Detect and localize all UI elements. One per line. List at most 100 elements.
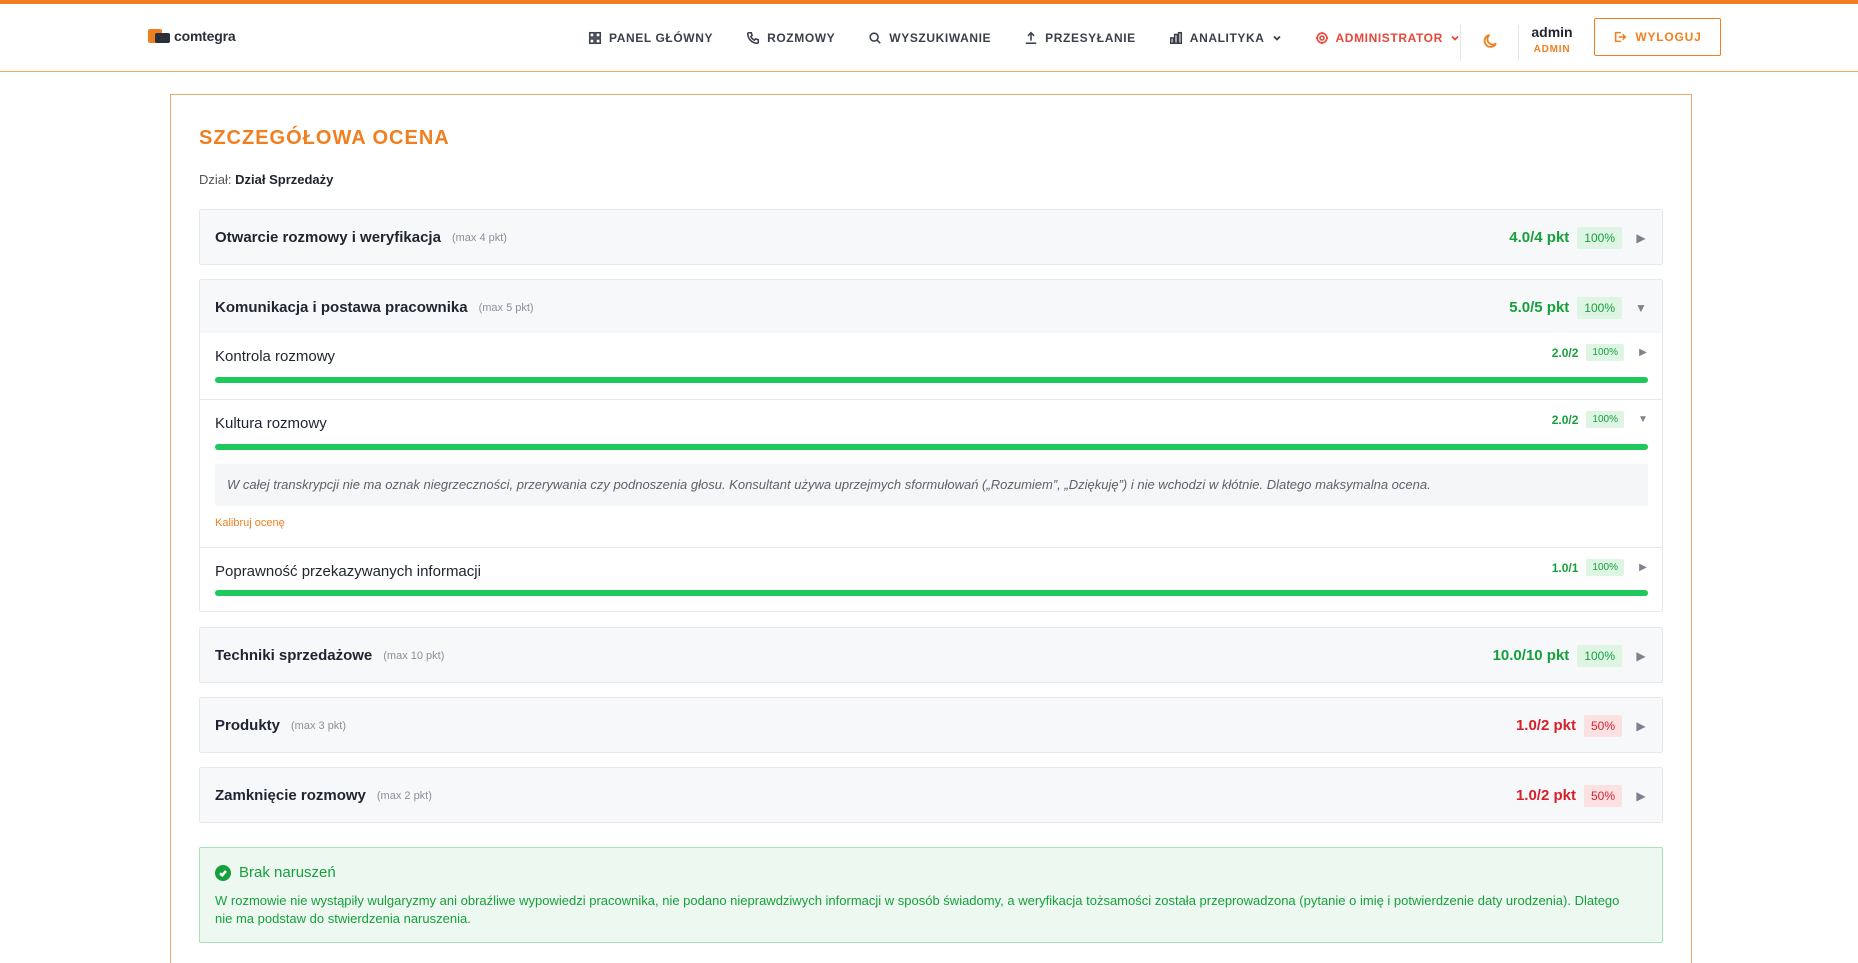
logo[interactable]: comtegra <box>148 28 236 44</box>
check-circle-icon <box>215 864 231 881</box>
subcriterion-call-culture[interactable]: Kultura rozmowy 2.0/2 100% ▼ W całej tra… <box>200 399 1662 547</box>
user-info: admin ADMIN <box>1530 24 1574 55</box>
gear-icon <box>1315 31 1328 45</box>
violation-text: W rozmowie nie wystąpiły wulgaryzmy ani … <box>215 893 1620 926</box>
logo-text: comtegra <box>174 28 236 44</box>
nav-item-search[interactable]: WYSZUKIWANIE <box>868 31 991 45</box>
logout-label: WYLOGUJ <box>1635 30 1702 44</box>
section-score-group: 1.0/2 pkt 50% ▶ <box>1516 768 1648 823</box>
calibrate-link[interactable]: Kalibruj ocenę <box>215 517 285 529</box>
section-score: 10.0/10 pkt <box>1492 647 1570 664</box>
bar-chart-icon <box>1169 31 1182 45</box>
section-max: (max 4 pkt) <box>451 231 507 244</box>
user-name: admin <box>1531 24 1573 40</box>
user-role: ADMIN <box>1533 44 1571 55</box>
caret-down-icon[interactable]: ▼ <box>1638 414 1648 425</box>
subcriterion-title: Kultura rozmowy <box>215 415 327 432</box>
nav-item-label: ANALITYKA <box>1189 31 1265 45</box>
nav-item-label: PRZESYŁANIE <box>1045 31 1136 45</box>
section-max: (max 10 pkt) <box>383 649 445 662</box>
caret-right-icon[interactable]: ▶ <box>1634 649 1648 663</box>
subcriterion-score: 1.0/1 <box>1551 560 1579 575</box>
nav-item-label: WYSZUKIWANIE <box>889 31 992 45</box>
nav-item-label: ROZMOWY <box>767 31 836 45</box>
subcriterion-score-group: 2.0/2 100% ▼ <box>1552 411 1648 428</box>
caret-right-icon[interactable]: ▶ <box>1638 562 1648 573</box>
subcriterion-score: 2.0/2 <box>1551 345 1579 360</box>
caret-down-icon[interactable]: ▼ <box>1634 301 1648 315</box>
subcriterion-call-control[interactable]: Kontrola rozmowy 2.0/2 100% ▶ <box>200 333 1662 399</box>
subcriterion-score-group: 2.0/2 100% ▶ <box>1552 344 1648 361</box>
section-header[interactable]: Produkty (max 3 pkt) 1.0/2 pkt 50% ▶ <box>200 698 1662 753</box>
section-score-group: 10.0/10 pkt 100% ▶ <box>1493 628 1648 683</box>
nav-item-upload[interactable]: PRZESYŁANIE <box>1024 31 1136 45</box>
section-max: (max 3 pkt) <box>291 719 347 732</box>
subcriterion-score: 2.0/2 <box>1551 412 1579 427</box>
grid-icon <box>588 31 602 45</box>
chevron-down-icon <box>1272 35 1281 41</box>
nav-divider <box>1460 25 1461 61</box>
subcriterion-percent-badge: 100% <box>1586 344 1624 361</box>
moon-icon <box>1483 34 1497 48</box>
section-percent-badge: 50% <box>1583 714 1622 737</box>
section-score: 5.0/5 pkt <box>1509 299 1570 316</box>
section-opening-verification: Otwarcie rozmowy i weryfikacja (max 4 pk… <box>199 209 1663 265</box>
section-score: 4.0/4 pkt <box>1509 229 1570 246</box>
section-header[interactable]: Otwarcie rozmowy i weryfikacja (max 4 pk… <box>200 210 1662 265</box>
subcriteria-list: Kontrola rozmowy 2.0/2 100% ▶ Kultura ro… <box>200 333 1662 611</box>
logo-mark-icon <box>148 29 170 43</box>
subcriterion-info-accuracy[interactable]: Poprawność przekazywanych informacji 1.0… <box>200 547 1662 611</box>
section-title: Zamknięcie rozmowy <box>215 787 366 804</box>
navbar: comtegra PANEL GŁÓWNY ROZMOWY WYSZUKIWAN… <box>0 4 1858 72</box>
section-header[interactable]: Techniki sprzedażowe (max 10 pkt) 10.0/1… <box>200 628 1662 683</box>
caret-right-icon[interactable]: ▶ <box>1634 719 1648 733</box>
main-nav: PANEL GŁÓWNY ROZMOWY WYSZUKIWANIE PRZESY… <box>588 4 1493 72</box>
violation-summary: Brak naruszeń W rozmowie nie wystąpiły w… <box>199 847 1663 943</box>
caret-right-icon[interactable]: ▶ <box>1634 231 1648 245</box>
section-sales-techniques: Techniki sprzedażowe (max 10 pkt) 10.0/1… <box>199 627 1663 683</box>
violation-title: Brak naruszeń <box>239 864 336 881</box>
nav-item-administrator[interactable]: ADMINISTRATOR <box>1315 31 1460 45</box>
nav-item-calls[interactable]: ROZMOWY <box>746 31 835 45</box>
section-header[interactable]: Zamknięcie rozmowy (max 2 pkt) 1.0/2 pkt… <box>200 768 1662 823</box>
section-communication: Komunikacja i postawa pracownika (max 5 … <box>199 279 1663 612</box>
subcriterion-score-group: 1.0/1 100% ▶ <box>1552 559 1648 576</box>
logout-icon <box>1615 31 1627 43</box>
department-value: Dział Sprzedaży <box>235 172 334 187</box>
nav-item-label: PANEL GŁÓWNY <box>609 31 714 45</box>
section-score-group: 4.0/4 pkt 100% ▶ <box>1509 210 1648 265</box>
logout-button[interactable]: WYLOGUJ <box>1594 18 1721 56</box>
department-line: Dział: Dział Sprzedaży <box>199 172 333 187</box>
nav-item-dashboard[interactable]: PANEL GŁÓWNY <box>588 31 713 45</box>
search-icon <box>869 32 882 44</box>
section-header[interactable]: Komunikacja i postawa pracownika (max 5 … <box>200 280 1662 335</box>
section-percent-badge: 100% <box>1577 296 1622 319</box>
section-products: Produkty (max 3 pkt) 1.0/2 pkt 50% ▶ <box>199 697 1663 753</box>
section-score-group: 5.0/5 pkt 100% ▼ <box>1509 280 1648 335</box>
progress-bar-fill <box>215 444 1648 450</box>
phone-icon <box>747 31 760 45</box>
caret-right-icon[interactable]: ▶ <box>1638 347 1648 358</box>
upload-icon <box>1025 31 1037 45</box>
section-max: (max 2 pkt) <box>376 789 432 802</box>
progress-bar-fill <box>215 590 1648 596</box>
section-call-closing: Zamknięcie rozmowy (max 2 pkt) 1.0/2 pkt… <box>199 767 1663 823</box>
subcriterion-percent-badge: 100% <box>1586 411 1624 428</box>
evaluation-card: SZCZEGÓŁOWA OCENA Dział: Dział Sprzedaży… <box>170 94 1692 963</box>
subcriterion-title: Poprawność przekazywanych informacji <box>215 563 481 580</box>
theme-toggle[interactable] <box>1482 32 1500 50</box>
subcriterion-percent-badge: 100% <box>1586 559 1624 576</box>
page-title: SZCZEGÓŁOWA OCENA <box>199 127 450 149</box>
nav-item-analytics[interactable]: ANALITYKA <box>1169 31 1282 45</box>
section-score: 1.0/2 pkt <box>1515 787 1576 804</box>
section-score: 1.0/2 pkt <box>1515 717 1576 734</box>
section-percent-badge: 100% <box>1577 226 1622 249</box>
section-percent-badge: 100% <box>1577 644 1622 667</box>
subcriterion-comment: W całej transkrypcji nie ma oznak niegrz… <box>215 464 1648 506</box>
section-title: Techniki sprzedażowe <box>215 647 373 664</box>
section-title: Otwarcie rozmowy i weryfikacja <box>215 229 441 246</box>
progress-bar <box>215 377 1648 383</box>
subcriterion-title: Kontrola rozmowy <box>215 348 336 365</box>
caret-right-icon[interactable]: ▶ <box>1634 789 1648 803</box>
violation-header: Brak naruszeń <box>215 864 336 881</box>
